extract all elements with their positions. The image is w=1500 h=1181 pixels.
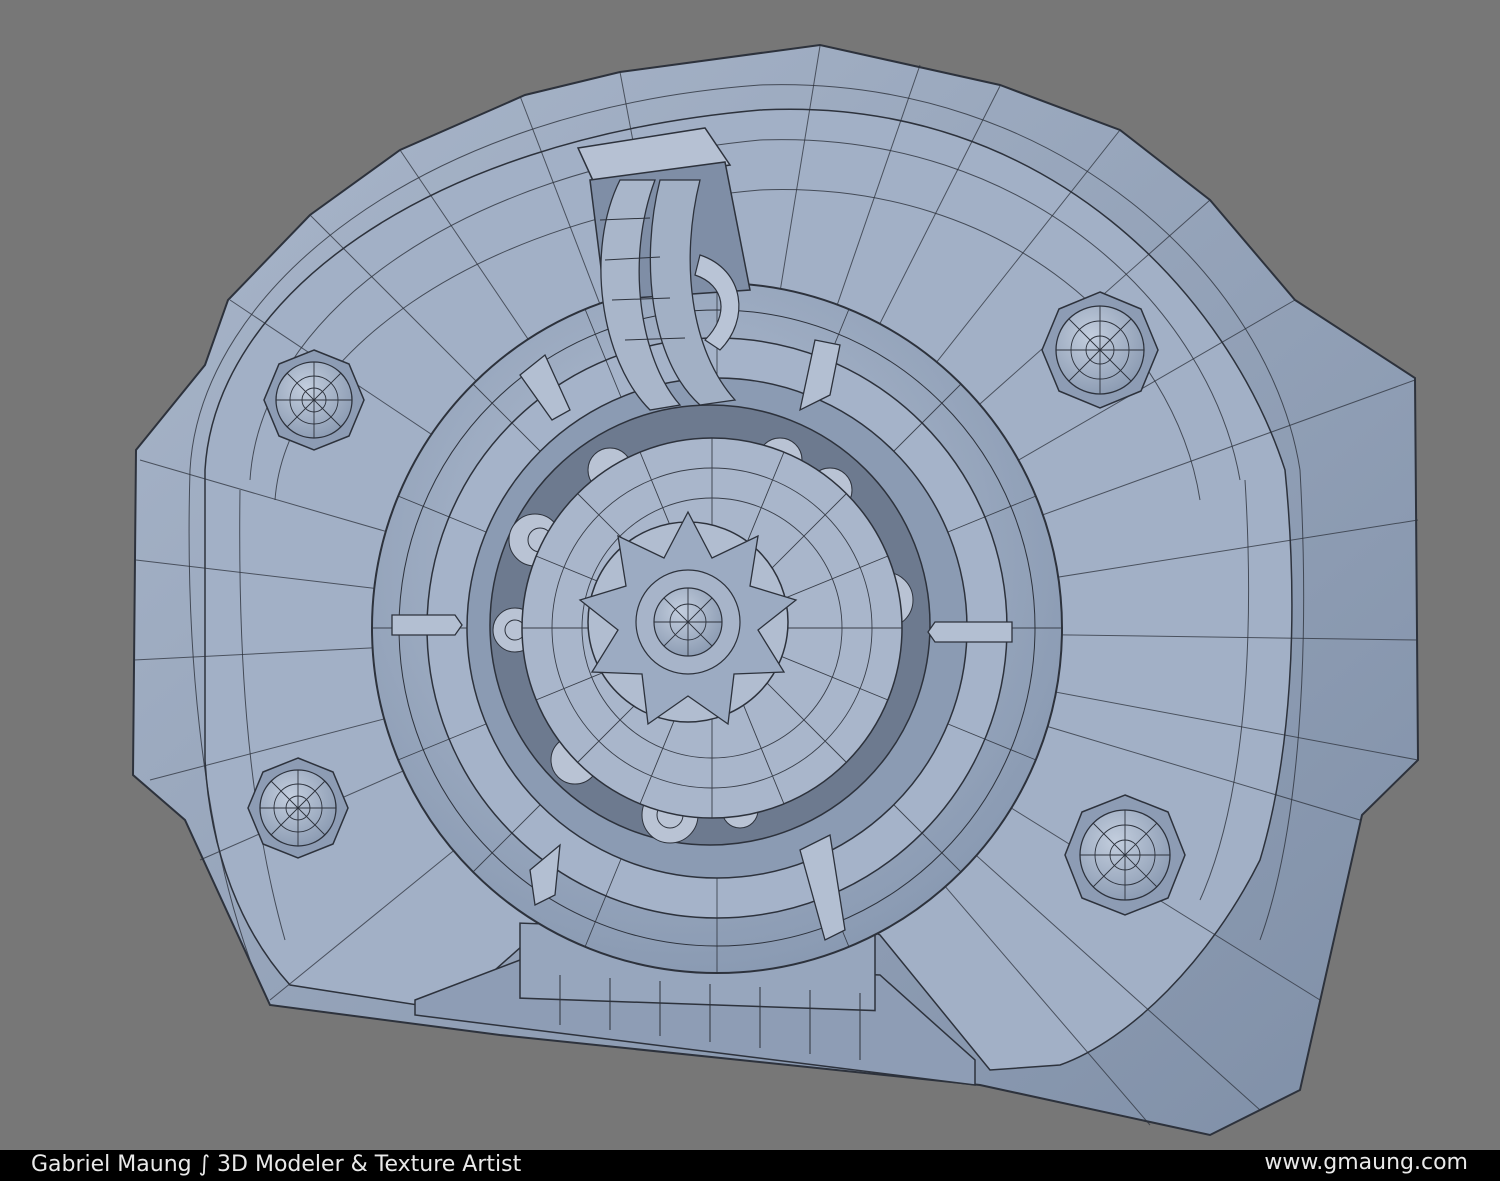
artist-credit: Gabriel Maung ∫ 3D Modeler & Texture Art… bbox=[31, 1152, 522, 1177]
website-link[interactable]: www.gmaung.com bbox=[1264, 1150, 1468, 1176]
bolt-bottom-right bbox=[1064, 794, 1186, 916]
vault-door-wireframe-render bbox=[131, 43, 1420, 1137]
bolt-bottom-left bbox=[247, 757, 349, 859]
bolt-top-right bbox=[1041, 291, 1159, 409]
bolt-top-left bbox=[263, 349, 365, 451]
3d-viewport bbox=[0, 0, 1500, 1150]
